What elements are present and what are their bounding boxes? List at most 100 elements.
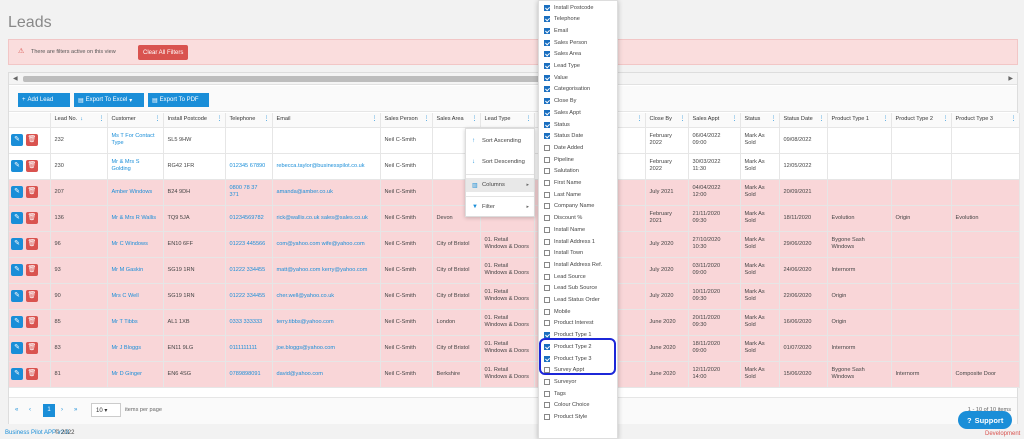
- column-header[interactable]: Sales Appt ⋮: [688, 113, 741, 128]
- column-menu-icon[interactable]: ⋮: [472, 116, 478, 123]
- scroll-right-icon[interactable]: ▶: [1008, 75, 1013, 82]
- cell-telephone[interactable]: 012345 67890: [225, 153, 273, 180]
- column-toggle[interactable]: First Name: [544, 178, 581, 189]
- column-header[interactable]: Customer ⋮: [107, 113, 164, 128]
- last-page-button[interactable]: »: [74, 407, 77, 413]
- column-toggle[interactable]: Lead Status Order: [544, 295, 600, 306]
- cell-customer[interactable]: Mr & Mrs R Wallis: [107, 205, 164, 232]
- column-toggle[interactable]: Install Address 1: [544, 236, 595, 247]
- column-header[interactable]: Email ⋮: [272, 113, 381, 128]
- cell-email[interactable]: com@yahoo.com wife@yahoo.com: [272, 231, 381, 258]
- cell-customer[interactable]: Ms T For Contact Type: [107, 127, 164, 154]
- column-header[interactable]: Close By ⋮: [645, 113, 689, 128]
- checkbox[interactable]: [544, 226, 550, 233]
- first-page-button[interactable]: «: [15, 407, 18, 413]
- cell-customer[interactable]: Mr M Gaskin: [107, 257, 164, 284]
- column-toggle[interactable]: Lead Sub Source: [544, 283, 597, 294]
- cell-email[interactable]: [272, 127, 381, 154]
- checkbox[interactable]: [544, 4, 550, 11]
- checkbox[interactable]: [544, 191, 550, 198]
- column-toggle[interactable]: Date Added: [544, 142, 583, 153]
- columns-item[interactable]: ▥ Columns ▸: [466, 178, 534, 192]
- trash-icon[interactable]: 🗑: [26, 212, 38, 224]
- column-toggle[interactable]: Install Address Ref.: [544, 259, 602, 270]
- trash-icon[interactable]: 🗑: [26, 368, 38, 380]
- column-toggle[interactable]: Discount %: [544, 213, 582, 224]
- column-toggle[interactable]: Categorisation: [544, 84, 590, 95]
- column-header[interactable]: Telephone ⋮: [225, 113, 273, 128]
- trash-icon[interactable]: 🗑: [26, 342, 38, 354]
- column-toggle[interactable]: Status Date: [544, 131, 583, 142]
- cell-telephone[interactable]: 01234569782: [225, 205, 273, 232]
- support-button[interactable]: ? Support: [958, 411, 1013, 429]
- edit-icon[interactable]: ✎: [11, 368, 23, 380]
- checkbox[interactable]: [544, 63, 550, 69]
- cell-email[interactable]: cher.well@yahoo.co.uk: [272, 283, 381, 310]
- column-menu-icon[interactable]: ⋮: [680, 116, 686, 123]
- cell-customer[interactable]: Mr D Ginger: [107, 361, 164, 388]
- checkbox[interactable]: [544, 308, 550, 315]
- checkbox[interactable]: [544, 121, 550, 128]
- checkbox[interactable]: [544, 238, 550, 245]
- checkbox[interactable]: [544, 74, 550, 81]
- checkbox[interactable]: [544, 215, 550, 222]
- table-row[interactable]: ✎ 🗑 83 Mr J Bloggs EN11 9LG 0111111111 joe.blo…: [9, 335, 1020, 362]
- sort-desc-icon[interactable]: ↓: [80, 116, 83, 122]
- column-menu-icon[interactable]: ⋮: [819, 116, 825, 123]
- cell-customer[interactable]: Amber Windows: [107, 179, 164, 206]
- checkbox[interactable]: [544, 51, 550, 58]
- column-toggle[interactable]: Value: [544, 72, 568, 83]
- filter-item[interactable]: ▼ Filter ▸: [466, 200, 534, 214]
- column-toggle[interactable]: Colour Choice: [544, 400, 589, 411]
- checkbox[interactable]: [544, 86, 550, 93]
- checkbox[interactable]: [544, 109, 550, 116]
- cell-telephone[interactable]: 01222 334455: [225, 257, 273, 284]
- trash-icon[interactable]: 🗑: [26, 186, 38, 198]
- checkbox[interactable]: [544, 250, 550, 257]
- checkbox[interactable]: [544, 261, 550, 268]
- edit-icon[interactable]: ✎: [11, 238, 23, 250]
- column-toggle[interactable]: Product Style: [544, 412, 587, 423]
- cell-telephone[interactable]: 0333 333333: [225, 309, 273, 336]
- column-header[interactable]: Lead Type ⋮: [480, 113, 535, 128]
- checkbox[interactable]: [544, 39, 550, 46]
- cell-telephone[interactable]: 0111111111: [225, 335, 273, 362]
- checkbox[interactable]: [544, 273, 550, 280]
- cell-telephone[interactable]: 0789898091: [225, 361, 273, 388]
- column-menu-icon[interactable]: ⋮: [264, 116, 270, 123]
- column-header[interactable]: Sales Person ⋮: [380, 113, 433, 128]
- column-header[interactable]: Status Date ⋮: [779, 113, 828, 128]
- cell-email[interactable]: matt@yahoo.com kerry@yahoo.com: [272, 257, 381, 284]
- column-toggle[interactable]: Pipeline: [544, 154, 574, 165]
- column-toggle[interactable]: Install Name: [544, 224, 585, 235]
- cell-email[interactable]: amanda@amber.co.uk: [272, 179, 381, 206]
- table-row[interactable]: ✎ 🗑 81 Mr D Ginger EN6 4SG 0789898091 david@ya…: [9, 361, 1020, 388]
- cell-email[interactable]: rebecca.taylor@businesspilot.co.uk: [272, 153, 381, 180]
- scrollbar-thumb[interactable]: [23, 76, 543, 82]
- current-page-button[interactable]: 1: [43, 404, 55, 417]
- checkbox[interactable]: [544, 144, 550, 151]
- cell-customer[interactable]: Mrs C Well: [107, 283, 164, 310]
- table-row[interactable]: ✎ 🗑 85 Mr T Tibbs AL1 1XB 0333 333333 terry.ti…: [9, 309, 1020, 336]
- edit-icon[interactable]: ✎: [11, 316, 23, 328]
- table-row[interactable]: ✎ 🗑 90 Mrs C Well SG19 1RN 01222 334455 cher.w…: [9, 283, 1020, 310]
- checkbox[interactable]: [544, 285, 550, 292]
- cell-telephone[interactable]: [225, 127, 273, 154]
- column-toggle[interactable]: Email: [544, 25, 568, 36]
- column-toggle[interactable]: Surveyor: [544, 376, 576, 387]
- checkbox[interactable]: [544, 414, 550, 420]
- column-toggle[interactable]: Mobile: [544, 306, 570, 317]
- column-toggle[interactable]: Sales Person: [544, 37, 587, 48]
- column-toggle[interactable]: Install Postcode: [544, 2, 594, 13]
- column-header[interactable]: Product Type 1 ⋮: [827, 113, 892, 128]
- horizontal-scrollbar[interactable]: ◀ ▶: [9, 73, 1017, 85]
- page-size-select[interactable]: 10 ▾: [91, 403, 121, 417]
- sort-ascending-item[interactable]: ↑ Sort Ascending: [466, 134, 534, 148]
- trash-icon[interactable]: 🗑: [26, 290, 38, 302]
- column-toggle[interactable]: Telephone: [544, 14, 580, 25]
- cell-customer[interactable]: Mr C Windows: [107, 231, 164, 258]
- edit-icon[interactable]: ✎: [11, 212, 23, 224]
- trash-icon[interactable]: 🗑: [26, 160, 38, 172]
- export-excel-button[interactable]: ▤ Export To Excel ▾: [74, 93, 144, 107]
- prev-page-button[interactable]: ‹: [29, 407, 31, 413]
